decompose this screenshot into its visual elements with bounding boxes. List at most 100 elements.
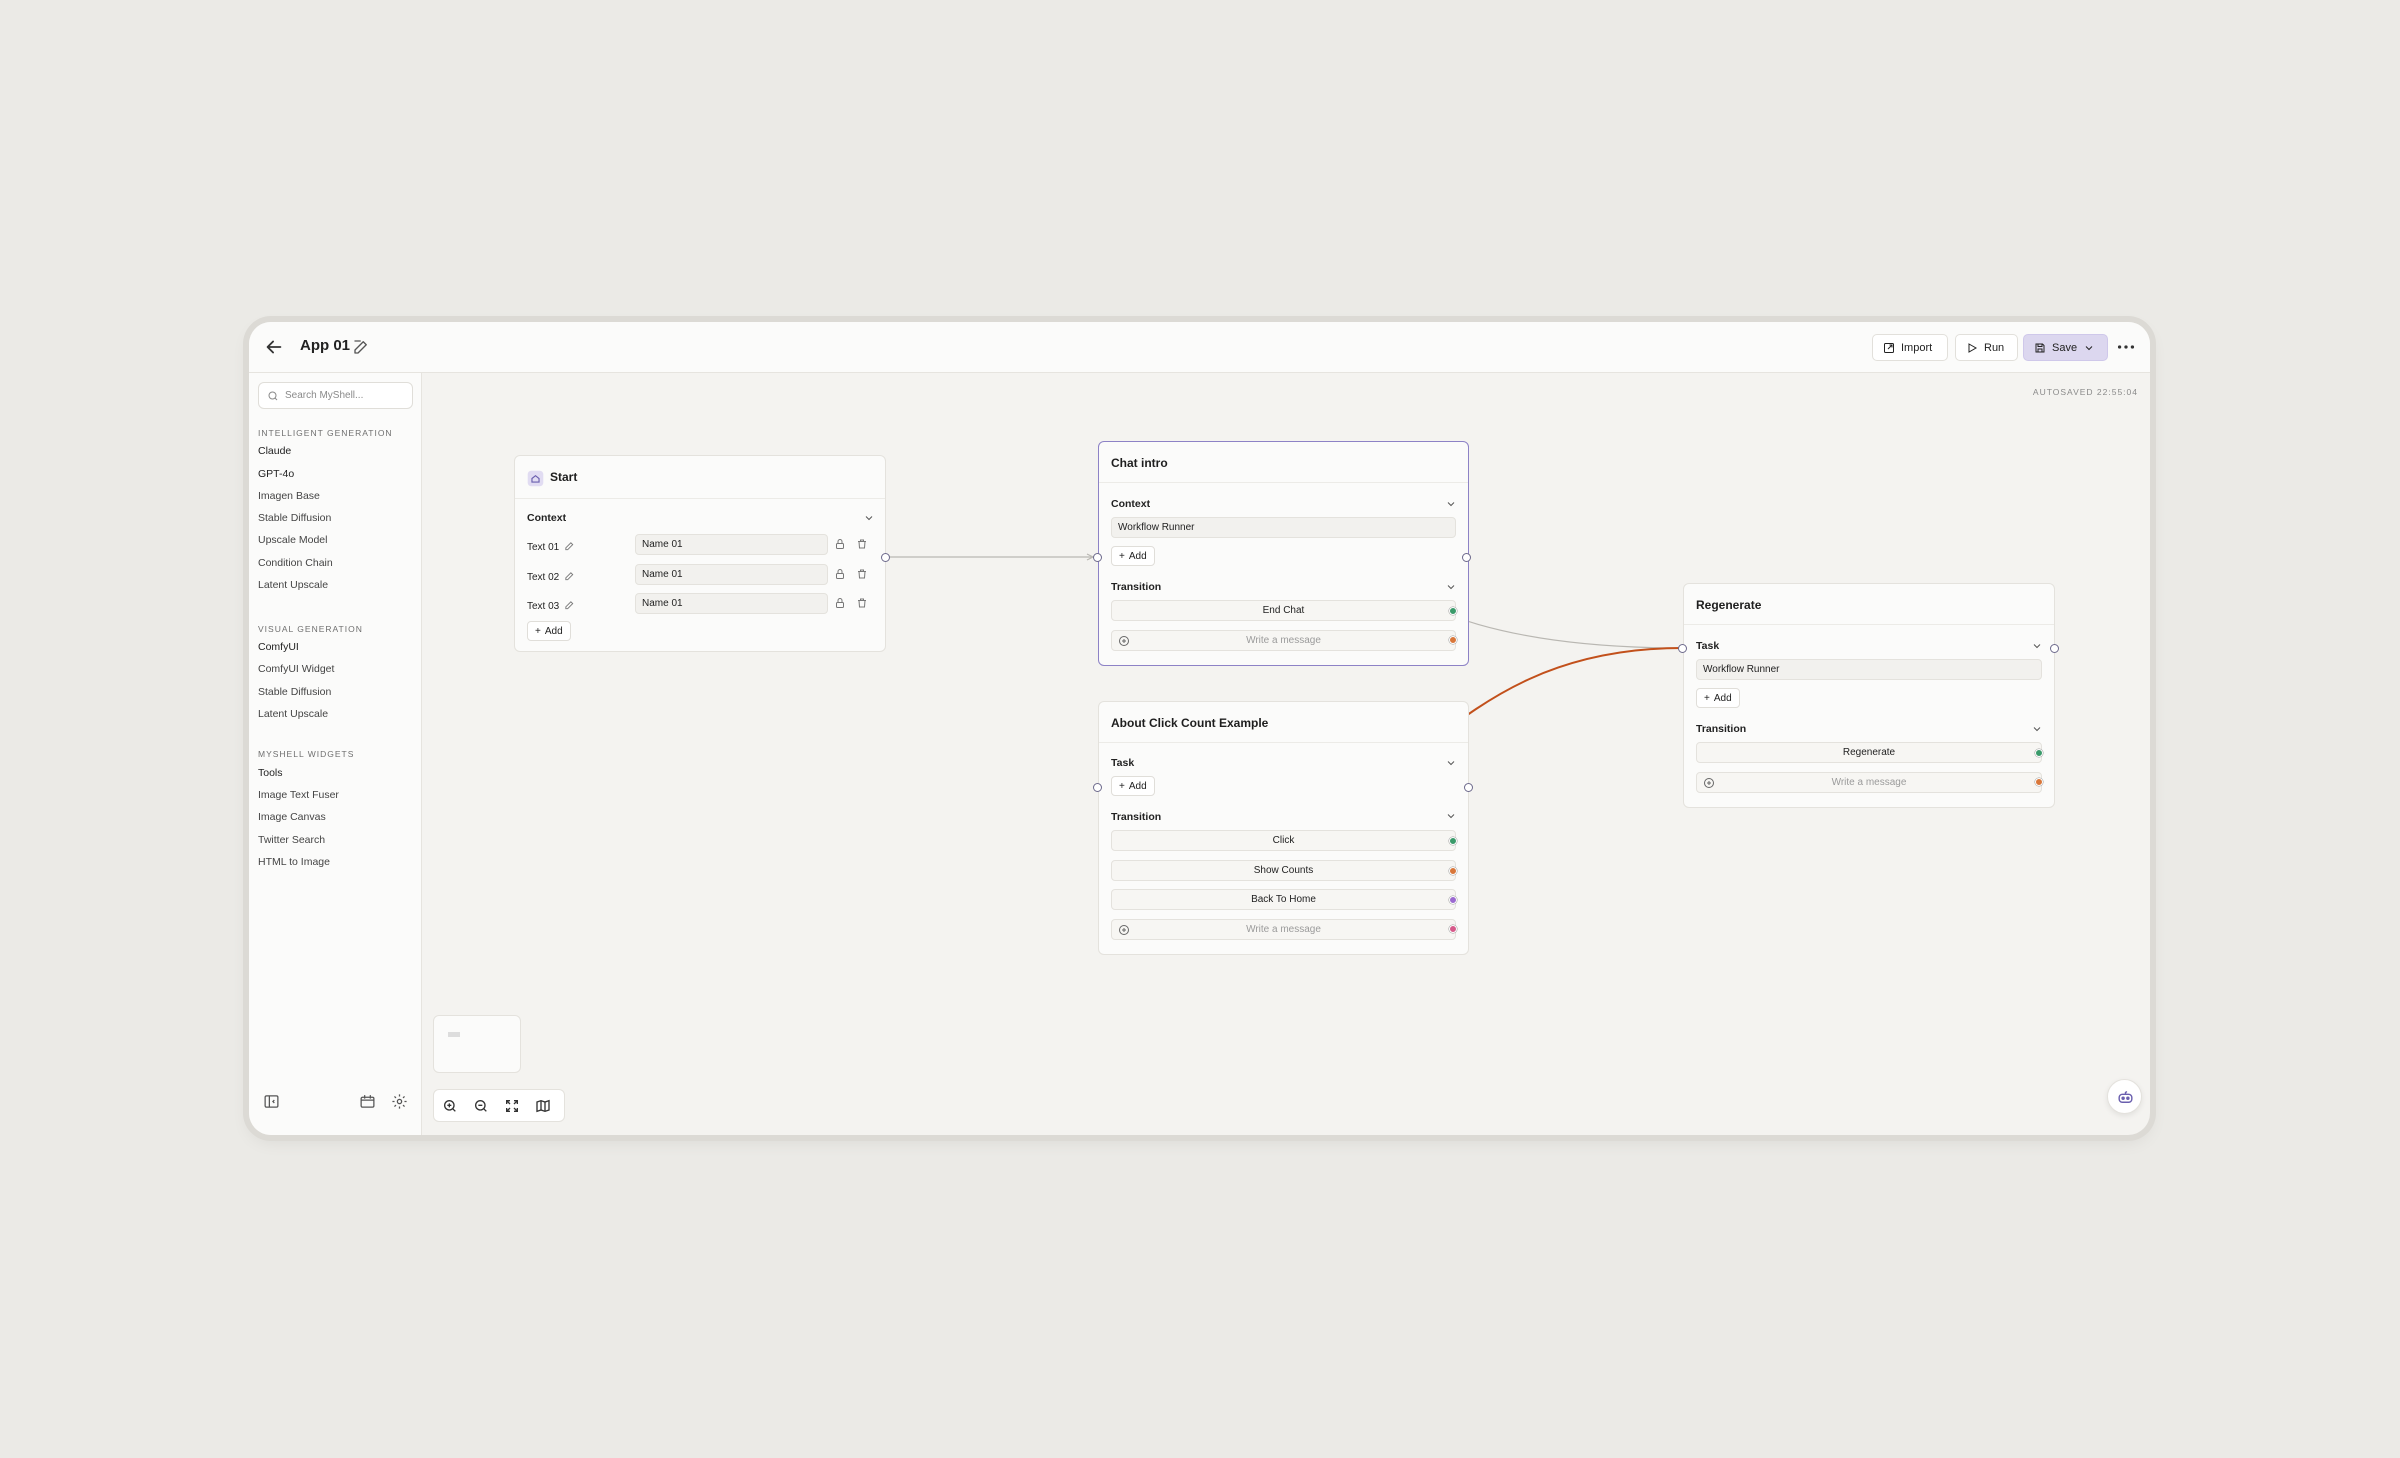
plus-circle-icon[interactable]	[1118, 635, 1130, 647]
transition-end-chat[interactable]: End Chat	[1111, 600, 1456, 621]
chevron-down-icon[interactable]	[863, 512, 875, 524]
trash-icon[interactable]	[856, 538, 868, 550]
sidebar-item-imagen-base[interactable]: Imagen Base	[258, 490, 320, 502]
context-row-label: Text 01	[527, 542, 559, 553]
add-button[interactable]: + Add	[1696, 688, 1740, 708]
chevron-down-icon	[2085, 345, 2093, 350]
collapse-sidebar-icon[interactable]	[263, 1093, 280, 1110]
transition-click[interactable]: Click	[1111, 830, 1456, 851]
sidebar-item-image-text-fuser[interactable]: Image Text Fuser	[258, 789, 339, 801]
context-row-label: Text 03	[527, 601, 559, 612]
task-value-field[interactable]: Workflow Runner	[1696, 659, 2042, 680]
sidebar-item-gpt-4o[interactable]: GPT-4o	[258, 468, 294, 480]
chevron-down-icon[interactable]	[1445, 581, 1457, 593]
chevron-down-icon[interactable]	[2031, 723, 2043, 735]
top-bar: App 01 Import Run Save	[249, 322, 2150, 373]
plus-circle-icon[interactable]	[1118, 924, 1130, 936]
context-value-field[interactable]: Workflow Runner	[1111, 517, 1456, 538]
sidebar-item-tools[interactable]: Tools	[258, 767, 283, 779]
add-button[interactable]: + Add	[527, 621, 571, 641]
chevron-down-icon[interactable]	[1445, 757, 1457, 769]
context-row-label: Text 02	[527, 572, 559, 583]
context-value-field[interactable]: Name 01	[635, 564, 828, 585]
message-input[interactable]: Write a message	[1111, 630, 1456, 651]
zoom-out-icon[interactable]	[473, 1098, 489, 1114]
sidebar-item-claude[interactable]: Claude	[258, 445, 291, 457]
context-value-field[interactable]: Name 01	[635, 593, 828, 614]
message-input[interactable]: Write a message	[1696, 772, 2042, 793]
node-chat-intro[interactable]: Chat intro Context Workflow Runner + Add…	[1098, 441, 1469, 666]
workflow-canvas[interactable]: AUTOSAVED 22:55:04 Start Context Text 01…	[423, 373, 2150, 1135]
sidebar-item-comfyui-widget[interactable]: ComfyUI Widget	[258, 663, 334, 675]
fit-view-icon[interactable]	[504, 1098, 520, 1114]
transition-port[interactable]	[1449, 867, 1457, 875]
edit-icon[interactable]	[564, 540, 575, 552]
lock-icon[interactable]	[834, 597, 846, 609]
plus-circle-icon[interactable]	[1703, 777, 1715, 789]
import-button[interactable]: Import	[1872, 334, 1948, 361]
search-input[interactable]: Search MyShell...	[258, 382, 413, 409]
edit-icon[interactable]	[564, 570, 575, 582]
input-port[interactable]	[1093, 553, 1102, 562]
sidebar-item-upscale-model[interactable]: Upscale Model	[258, 534, 327, 546]
message-port[interactable]	[1449, 636, 1457, 644]
edit-icon[interactable]	[564, 599, 575, 611]
assistant-button[interactable]	[2107, 1079, 2142, 1114]
node-about-click-count[interactable]: About Click Count Example Task + Add Tra…	[1098, 701, 1469, 955]
edit-title-icon[interactable]	[352, 338, 370, 356]
transition-regenerate[interactable]: Regenerate	[1696, 742, 2042, 763]
add-label: Add	[1713, 692, 1732, 704]
message-input[interactable]: Write a message	[1111, 919, 1456, 940]
sidebar-item-twitter-search[interactable]: Twitter Search	[258, 834, 325, 846]
sidebar-item-latent-upscale[interactable]: Latent Upscale	[258, 579, 328, 591]
sidebar-item-condition-chain[interactable]: Condition Chain	[258, 557, 333, 569]
sidebar-item-html-to-image[interactable]: HTML to Image	[258, 856, 330, 868]
section-visual-generation: VISUAL GENERATION	[258, 624, 363, 634]
add-button[interactable]: + Add	[1111, 546, 1155, 566]
zoom-controls	[433, 1089, 565, 1122]
gear-icon[interactable]	[391, 1093, 408, 1110]
transition-port[interactable]	[1449, 837, 1457, 845]
input-port[interactable]	[1678, 644, 1687, 653]
trash-icon[interactable]	[856, 597, 868, 609]
trash-icon[interactable]	[856, 568, 868, 580]
sidebar-item-stable-diffusion-2[interactable]: Stable Diffusion	[258, 686, 331, 698]
input-port[interactable]	[1093, 783, 1102, 792]
message-port[interactable]	[2035, 778, 2043, 786]
minimap[interactable]	[433, 1015, 521, 1073]
node-regenerate[interactable]: Regenerate Task Workflow Runner + Add Tr…	[1683, 583, 2055, 808]
run-button[interactable]: Run	[1955, 334, 2018, 361]
message-port[interactable]	[1449, 925, 1457, 933]
sidebar-item-latent-upscale-2[interactable]: Latent Upscale	[258, 708, 328, 720]
output-port[interactable]	[1464, 783, 1473, 792]
chevron-down-icon[interactable]	[1445, 810, 1457, 822]
more-options-icon[interactable]	[2115, 336, 2137, 358]
lock-icon[interactable]	[834, 538, 846, 550]
transition-back-to-home[interactable]: Back To Home	[1111, 889, 1456, 910]
sidebar-item-image-canvas[interactable]: Image Canvas	[258, 811, 326, 823]
task-label: Task	[1111, 757, 1135, 769]
chevron-down-icon[interactable]	[2031, 640, 2043, 652]
node-start[interactable]: Start Context Text 01 Name 01 Text 02 Na…	[514, 455, 886, 652]
zoom-in-icon[interactable]	[442, 1098, 458, 1114]
transition-port[interactable]	[1449, 896, 1457, 904]
add-label: Add	[1128, 780, 1147, 792]
sidebar-item-stable-diffusion[interactable]: Stable Diffusion	[258, 512, 331, 524]
context-value-field[interactable]: Name 01	[635, 534, 828, 555]
transition-show-counts[interactable]: Show Counts	[1111, 860, 1456, 881]
map-icon[interactable]	[535, 1098, 551, 1114]
lock-icon[interactable]	[834, 568, 846, 580]
chevron-down-icon[interactable]	[1445, 498, 1457, 510]
save-button[interactable]: Save	[2023, 334, 2108, 361]
back-arrow-icon[interactable]	[263, 336, 285, 358]
add-label: Add	[544, 625, 563, 637]
output-port[interactable]	[881, 553, 890, 562]
calendar-icon[interactable]	[359, 1093, 376, 1110]
sidebar-item-comfyui[interactable]: ComfyUI	[258, 641, 299, 653]
transition-port[interactable]	[1449, 607, 1457, 615]
add-button[interactable]: + Add	[1111, 776, 1155, 796]
output-port[interactable]	[1462, 553, 1471, 562]
output-port[interactable]	[2050, 644, 2059, 653]
transition-port[interactable]	[2035, 749, 2043, 757]
home-icon	[527, 470, 544, 487]
